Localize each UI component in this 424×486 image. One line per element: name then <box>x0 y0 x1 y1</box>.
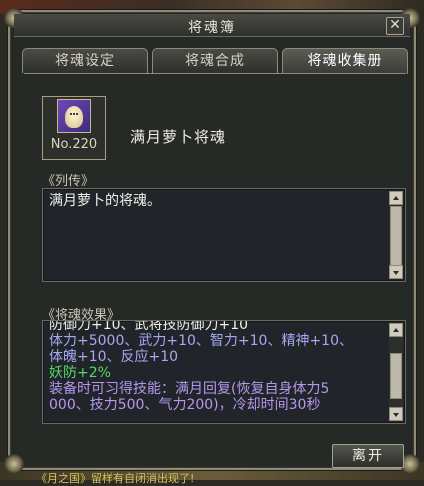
scroll-up-arrow-icon[interactable] <box>389 323 403 337</box>
soul-name: 满月萝卜将魂 <box>130 128 227 146</box>
soul-book-window: 将魂簿 ✕ 将魂设定 将魂合成 将魂收集册 No.220 满月萝卜将魂 《列传》… <box>4 8 420 474</box>
close-icon: ✕ <box>389 17 401 33</box>
tab-soul-settings[interactable]: 将魂设定 <box>22 48 148 73</box>
window-titlebar[interactable]: 将魂簿 ✕ <box>14 14 410 37</box>
tab-bar: 将魂设定 将魂合成 将魂收集册 <box>22 48 408 74</box>
close-button[interactable]: ✕ <box>386 17 404 35</box>
collection-content: No.220 满月萝卜将魂 《列传》 满月萝卜的将魂。 《将魂效果》 防御力+1… <box>20 74 406 468</box>
tab-soul-synthesis[interactable]: 将魂合成 <box>152 48 278 73</box>
soul-portrait-slot[interactable]: No.220 <box>42 96 106 160</box>
window-title: 将魂簿 <box>188 20 236 36</box>
tab-soul-collection[interactable]: 将魂收集册 <box>282 48 408 74</box>
scroll-thumb[interactable] <box>390 206 402 266</box>
ghost-figure <box>65 106 83 128</box>
scroll-up-arrow-icon[interactable] <box>389 191 403 205</box>
scroll-down-arrow-icon[interactable] <box>389 407 403 421</box>
effects-panel: 防御力+10、武将技防御力+10 体力+5000、武力+10、智力+10、精神+… <box>42 320 406 424</box>
effect-line: 体力+5000、武力+10、智力+10、精神+10、 <box>49 333 353 349</box>
effect-line: 防御力+10、武将技防御力+10 <box>49 320 249 333</box>
effect-line: 体魄+10、反应+10 <box>49 349 179 365</box>
effect-line: 000、技力500、气力200)，冷却时间30秒 <box>49 397 321 413</box>
scroll-down-arrow-icon[interactable] <box>389 265 403 279</box>
background-chat-text: 《月之国》留样有自闭消出现了! <box>36 472 195 485</box>
effect-line: 妖防+2% <box>49 365 111 381</box>
biography-scrollbar[interactable] <box>389 191 403 279</box>
biography-panel: 满月萝卜的将魂。 <box>42 188 406 282</box>
soul-number: No.220 <box>50 137 98 152</box>
biography-text: 满月萝卜的将魂。 <box>49 193 161 209</box>
leave-button[interactable]: 离开 <box>332 444 404 468</box>
moon-radish-ghost-icon <box>57 99 91 133</box>
effects-scrollbar[interactable] <box>389 323 403 421</box>
effect-line: 装备时可习得技能：满月回复(恢复自身体力5 <box>49 381 330 397</box>
scroll-thumb[interactable] <box>390 353 402 399</box>
biography-label: 《列传》 <box>42 174 95 189</box>
effects-list: 防御力+10、武将技防御力+10 体力+5000、武力+10、智力+10、精神+… <box>49 320 383 413</box>
